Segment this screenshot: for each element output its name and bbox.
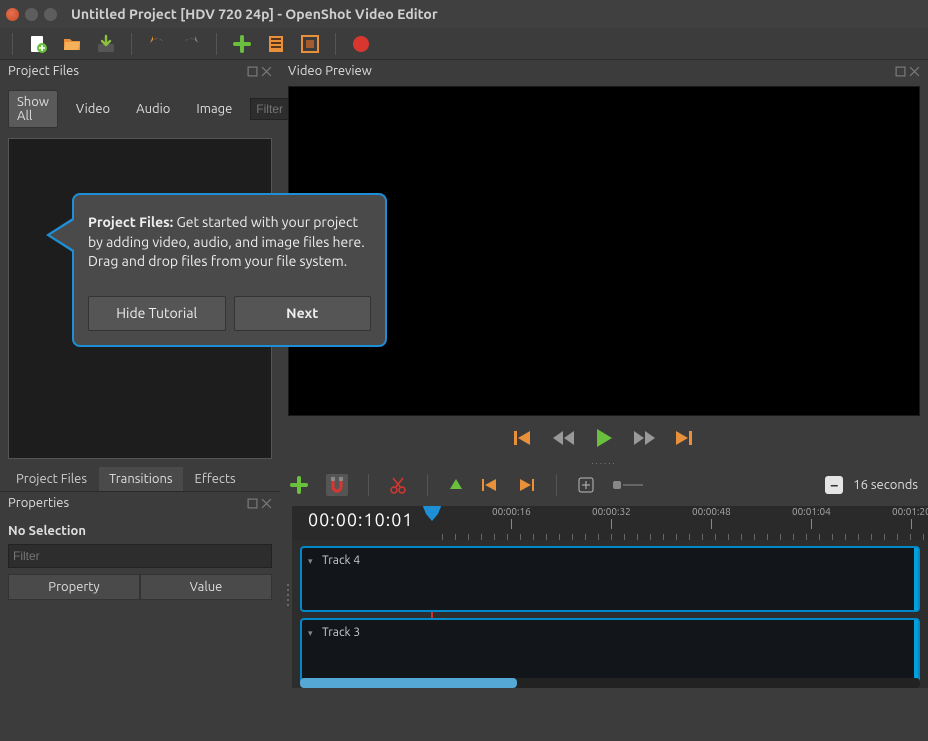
properties-col-property[interactable]: Property [8,574,140,600]
properties-title: Properties [8,496,69,510]
razor-button[interactable] [389,476,407,494]
window-maximize-button[interactable] [44,8,57,21]
fast-forward-button[interactable] [633,428,655,448]
properties-table-header: Property Value [8,574,272,600]
new-project-button[interactable] [27,33,49,55]
snap-button[interactable] [326,474,348,496]
tutorial-balloon: Project Files: Get started with your pro… [72,193,387,347]
timeline-toolbar: – 16 seconds [280,468,928,502]
filter-audio-button[interactable]: Audio [128,98,178,120]
track-label: Track 4 [322,554,360,567]
next-marker-button[interactable] [518,478,536,492]
project-files-filter-row: Show All Video Audio Image [0,82,280,134]
import-files-button[interactable] [231,33,253,55]
video-preview-title: Video Preview [288,64,372,78]
tutorial-text: Project Files: Get started with your pro… [88,213,371,272]
playback-controls [280,416,928,458]
next-tutorial-button[interactable]: Next [234,296,372,332]
ruler-tick: 00:00:16 [492,506,531,529]
save-project-button[interactable] [95,33,117,55]
hide-tutorial-button[interactable]: Hide Tutorial [88,296,226,332]
timeline-area[interactable]: 00:00:10:01 00:00:16 00:00:32 00:00:48 00:0… [292,506,928,688]
window-close-button[interactable] [6,8,19,21]
ruler-tick: 00:00:32 [592,506,631,529]
filter-image-button[interactable]: Image [188,98,240,120]
track-label: Track 3 [322,626,360,639]
panel-close-icon[interactable] [261,498,272,509]
properties-col-value[interactable]: Value [140,574,272,600]
panel-close-icon[interactable] [909,66,920,77]
tab-project-files[interactable]: Project Files [6,467,97,491]
timeline-track[interactable]: ▾ Track 3 [300,618,920,684]
panel-float-icon[interactable] [247,66,258,77]
filter-video-button[interactable]: Video [68,98,118,120]
tab-effects[interactable]: Effects [185,467,246,491]
jump-start-button[interactable] [513,428,535,448]
properties-no-selection: No Selection [8,524,272,538]
properties-panel: Properties No Selection Property Value [0,491,280,741]
ruler-tick: 00:01:04 [792,506,831,529]
properties-filter-input[interactable] [8,544,272,568]
center-playhead-button[interactable] [577,476,595,494]
filter-show-all-button[interactable]: Show All [8,90,58,128]
video-preview-panel-header: Video Preview [280,60,928,82]
profile-button[interactable] [265,33,287,55]
previous-marker-button[interactable] [482,478,500,492]
window-title: Untitled Project [HDV 720 24p] - OpenSho… [71,6,438,22]
project-files-title: Project Files [8,64,79,78]
track-collapse-icon[interactable]: ▾ [308,628,313,639]
zoom-slider[interactable] [613,481,643,489]
panel-float-icon[interactable] [247,498,258,509]
add-track-button[interactable] [290,476,308,494]
undo-button[interactable] [146,33,168,55]
rewind-button[interactable] [553,428,575,448]
add-marker-button[interactable] [448,477,464,493]
timeline-timecode: 00:00:10:01 [292,506,430,540]
ruler-tick: 00:00:48 [692,506,731,529]
timeline-track[interactable]: ▾ Track 4 [300,546,920,612]
export-button[interactable] [350,33,372,55]
open-project-button[interactable] [61,33,83,55]
redo-button[interactable] [180,33,202,55]
jump-end-button[interactable] [673,428,695,448]
project-files-panel-header: Project Files [0,60,280,82]
fullscreen-button[interactable] [299,33,321,55]
panel-close-icon[interactable] [261,66,272,77]
ruler-tick: 00:01:20 [892,506,928,529]
window-titlebar: Untitled Project [HDV 720 24p] - OpenSho… [0,0,928,28]
panel-splitter[interactable]: ······ [280,458,928,468]
tab-transitions[interactable]: Transitions [99,467,183,491]
track-collapse-icon[interactable]: ▾ [308,556,313,567]
play-button[interactable] [593,428,615,448]
window-minimize-button[interactable] [25,8,38,21]
panel-float-icon[interactable] [895,66,906,77]
timeline-drag-handle[interactable] [284,502,292,688]
zoom-label: 16 seconds [853,478,918,492]
project-files-tabs: Project Files Transitions Effects [0,467,280,491]
main-toolbar [0,28,928,60]
timeline-ruler[interactable]: 00:00:10:01 00:00:16 00:00:32 00:00:48 00:0… [292,506,928,540]
zoom-fit-button[interactable]: – [825,476,843,494]
timeline-scrollbar[interactable] [300,678,920,688]
